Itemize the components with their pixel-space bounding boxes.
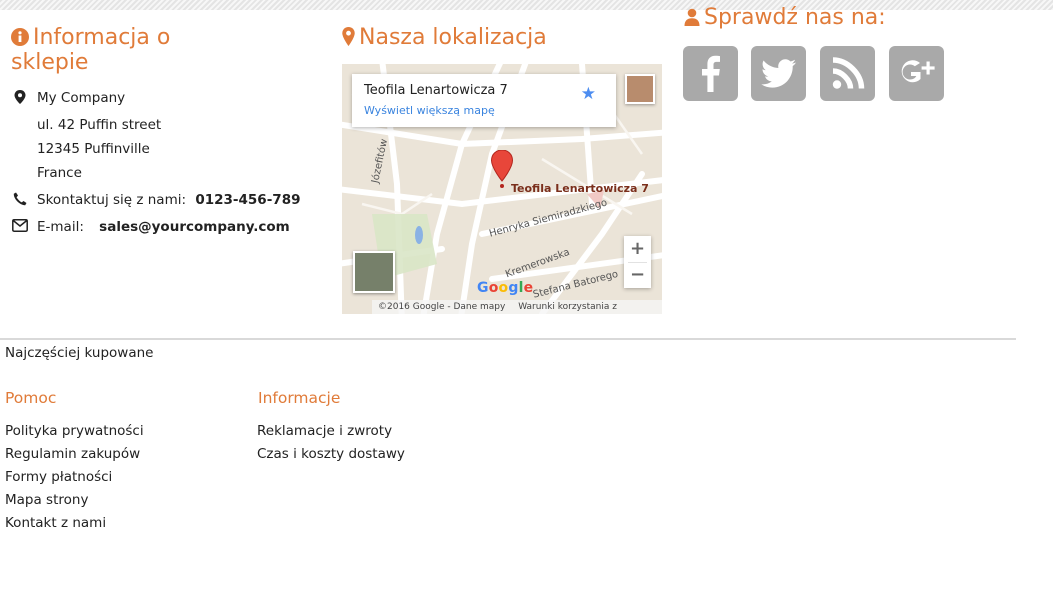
map-pin-icon [491, 150, 513, 188]
google-plus-icon [901, 60, 935, 83]
zoom-in-button[interactable]: + [624, 236, 651, 262]
store-info-title-text: Informacja o sklepie [11, 25, 171, 75]
map-marker-icon [342, 27, 355, 46]
user-avatar[interactable] [625, 74, 655, 104]
info-icon [11, 28, 29, 46]
store-info-title: Informacja o sklepie [11, 25, 211, 75]
location-title: Nasza lokalizacja [342, 25, 547, 50]
envelope-icon [12, 219, 28, 232]
phone-number[interactable]: 0123-456-789 [195, 192, 300, 208]
help-link-sitemap[interactable]: Mapa strony [5, 492, 88, 508]
information-title: Informacje [258, 389, 341, 407]
google-map[interactable]: Józefitów Henryka Siemiradzkiego Kremero… [342, 64, 662, 314]
bestsellers-link[interactable]: Najczęściej kupowane [5, 345, 153, 361]
info-link-returns[interactable]: Reklamacje i zwroty [257, 423, 392, 439]
footer-divider [0, 338, 1016, 340]
map-copyright: ©2016 Google - Dane mapy [378, 302, 506, 312]
map-attribution: ©2016 Google - Dane mapy Warunki korzyst… [372, 300, 662, 314]
help-link-payment[interactable]: Formy płatności [5, 469, 112, 485]
rss-button[interactable] [820, 46, 875, 101]
help-link-contact[interactable]: Kontakt z nami [5, 515, 106, 531]
zoom-divider [628, 262, 647, 263]
facebook-icon [702, 55, 720, 92]
help-link-privacy[interactable]: Polityka prywatności [5, 423, 144, 439]
map-marker-icon [14, 90, 26, 104]
zoom-out-button[interactable]: − [624, 262, 651, 288]
google-plus-button[interactable] [889, 46, 944, 101]
social-title: Sprawdź nas na: [684, 5, 886, 30]
zoom-controls: + − [624, 236, 651, 288]
phone-row: Skontaktuj się z nami: 0123-456-789 [13, 191, 333, 209]
company-name: My Company [37, 90, 126, 106]
help-title: Pomoc [5, 389, 57, 407]
email-link[interactable]: sales@yourcompany.com [99, 219, 290, 235]
address-country: France [37, 165, 82, 181]
email-row: E-mail: sales@yourcompany.com [12, 218, 332, 236]
save-star-icon[interactable]: ★ [581, 84, 596, 104]
facebook-button[interactable] [683, 46, 738, 101]
phone-icon [13, 192, 27, 206]
contact-label: Skontaktuj się z nami: [37, 192, 187, 208]
top-decorative-stripe [0, 0, 1053, 10]
rss-icon [832, 57, 865, 89]
google-logo: Google [477, 280, 534, 296]
address-city: 12345 Puffinville [37, 141, 150, 157]
info-link-shipping[interactable]: Czas i koszty dostawy [257, 446, 405, 462]
view-bigger-map-link[interactable]: Wyświetl większą mapę [364, 104, 495, 117]
address-street: ul. 42 Puffin street [37, 117, 162, 133]
marker-label: Teofila Lenartowicza 7 [511, 182, 649, 195]
address-block: My Company ul. 42 Puffin street 12345 Pu… [14, 89, 314, 182]
user-icon [684, 8, 700, 26]
map-place-name: Teofila Lenartowicza 7 [364, 83, 508, 98]
help-link-terms[interactable]: Regulamin zakupów [5, 446, 140, 462]
twitter-button[interactable] [751, 46, 806, 101]
map-info-card: Teofila Lenartowicza 7 Wyświetl większą … [352, 74, 616, 127]
social-title-text: Sprawdź nas na: [704, 5, 886, 30]
twitter-icon [761, 59, 796, 88]
location-title-text: Nasza lokalizacja [359, 25, 547, 50]
satellite-toggle[interactable] [353, 251, 395, 293]
